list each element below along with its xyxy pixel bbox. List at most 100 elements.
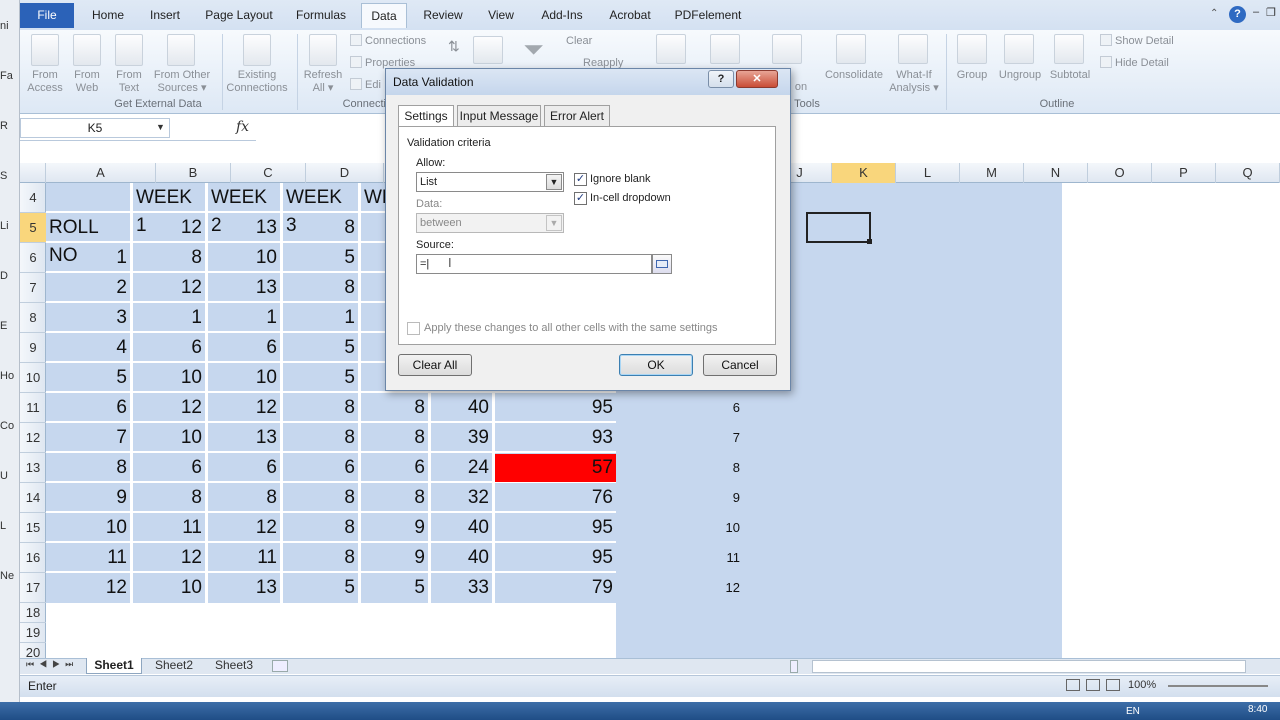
cell[interactable]: 33 [431, 574, 492, 602]
tab-split-handle[interactable] [790, 660, 798, 673]
row-header-11[interactable]: 11 [20, 393, 46, 423]
row-header-14[interactable]: 14 [20, 483, 46, 513]
normal-view-icon[interactable] [1066, 679, 1080, 691]
column-header-l[interactable]: L [896, 163, 960, 183]
cell[interactable]: 6 [133, 454, 205, 482]
tab-acrobat[interactable]: Acrobat [600, 3, 660, 28]
cell[interactable]: 6 [361, 454, 428, 482]
cell[interactable]: 6 [208, 334, 280, 362]
column-header-c[interactable]: C [231, 163, 306, 183]
show-detail-button[interactable]: Show Detail [1100, 34, 1174, 48]
cell[interactable]: 8 [283, 214, 358, 242]
dialog-close-button[interactable]: ✕ [736, 70, 778, 88]
tab-pdfelement[interactable]: PDFelement [670, 3, 746, 28]
cell[interactable]: 8 [283, 274, 358, 302]
cell[interactable]: 76 [495, 484, 616, 512]
filter-icon[interactable]: ⏷ [523, 35, 555, 65]
cell[interactable]: 7 [706, 424, 740, 452]
cell[interactable]: 11 [46, 544, 130, 572]
cell[interactable]: 5 [283, 364, 358, 392]
cell[interactable]: 6 [46, 394, 130, 422]
cell[interactable]: 9 [361, 544, 428, 572]
cell[interactable]: WEEK 2 [208, 184, 280, 236]
cell[interactable]: 13 [208, 214, 280, 242]
name-box[interactable]: K5 [20, 118, 170, 138]
sheet-tab-sheet1[interactable]: Sheet1 [86, 658, 142, 674]
page-break-view-icon[interactable] [1106, 679, 1120, 691]
tab-input-message[interactable]: Input Message [457, 105, 541, 127]
cell[interactable]: 9 [706, 484, 740, 512]
cell[interactable]: 9 [361, 514, 428, 542]
sheet-tab-sheet3[interactable]: Sheet3 [206, 658, 262, 674]
column-header-k[interactable]: K [832, 163, 896, 183]
cell[interactable]: 5 [283, 334, 358, 362]
minimize-ribbon-icon[interactable]: ⌃ [1210, 8, 1222, 20]
row-header-10[interactable]: 10 [20, 363, 46, 393]
row-header-5[interactable]: 5 [20, 213, 46, 243]
insert-sheet-icon[interactable] [272, 660, 288, 672]
row-header-8[interactable]: 8 [20, 303, 46, 333]
cell[interactable]: 39 [431, 424, 492, 452]
data-validation-icon[interactable] [772, 34, 802, 64]
insert-function-icon[interactable]: fx [236, 119, 249, 135]
file-tab[interactable]: File [20, 3, 74, 28]
cell[interactable]: 12 [208, 514, 280, 542]
cancel-button[interactable]: Cancel [703, 354, 777, 376]
cell[interactable]: 12 [208, 394, 280, 422]
cell[interactable]: 10 [208, 364, 280, 392]
from-access-button[interactable]: From Access [22, 69, 68, 95]
ok-button[interactable]: OK [619, 354, 693, 376]
cell[interactable]: 5 [283, 244, 358, 272]
cell[interactable]: 10 [133, 424, 205, 452]
row-header-18[interactable]: 18 [20, 603, 46, 623]
cell[interactable]: 6 [706, 394, 740, 422]
ungroup-button[interactable]: Ungroup [994, 69, 1046, 82]
data-select[interactable]: between [416, 213, 564, 233]
cell[interactable]: 5 [361, 574, 428, 602]
window-restore-icon[interactable]: ❐ [1266, 6, 1276, 20]
cell[interactable]: 13 [208, 574, 280, 602]
connections-button[interactable]: Connections [350, 34, 426, 48]
cell[interactable]: 2 [46, 274, 130, 302]
cell[interactable]: 3 [46, 304, 130, 332]
zoom-level[interactable]: 100% [1128, 679, 1156, 691]
clear-all-button[interactable]: Clear All [398, 354, 472, 376]
cell[interactable]: 8 [133, 244, 205, 272]
cell[interactable]: 8 [208, 484, 280, 512]
cell[interactable]: 95 [495, 394, 616, 422]
tab-settings[interactable]: Settings [398, 105, 454, 128]
apply-all-checkbox[interactable] [407, 322, 420, 335]
existing-connections-button[interactable]: Existing Connections [225, 69, 289, 95]
column-header-o[interactable]: O [1088, 163, 1152, 183]
cell[interactable]: 7 [46, 424, 130, 452]
cell[interactable]: 11 [706, 544, 741, 572]
cell[interactable]: 95 [495, 514, 616, 542]
cell[interactable]: 12 [133, 274, 205, 302]
row-header-9[interactable]: 9 [20, 333, 46, 363]
active-cell[interactable] [806, 212, 871, 243]
cell[interactable]: 32 [431, 484, 492, 512]
row-header-16[interactable]: 16 [20, 543, 46, 573]
name-box-dropdown-icon[interactable]: ▼ [156, 122, 165, 132]
tab-page-layout[interactable]: Page Layout [198, 3, 280, 28]
row-header-19[interactable]: 19 [20, 623, 46, 643]
window-minimize-icon[interactable]: – [1253, 6, 1263, 20]
cell[interactable]: 11 [133, 514, 205, 542]
horizontal-scrollbar[interactable] [812, 660, 1246, 673]
cell[interactable]: 40 [431, 544, 492, 572]
refresh-all-button[interactable]: Refresh All ▾ [301, 69, 345, 95]
cell[interactable]: 8 [706, 454, 740, 482]
cell[interactable]: 95 [495, 544, 616, 572]
cell[interactable]: 10 [706, 514, 740, 542]
row-header-13[interactable]: 13 [20, 453, 46, 483]
cell[interactable]: 10 [133, 574, 205, 602]
cell[interactable]: 6 [208, 454, 280, 482]
tab-review[interactable]: Review [416, 3, 470, 28]
column-header-b[interactable]: B [156, 163, 231, 183]
allow-dropdown-icon[interactable]: ▼ [546, 174, 562, 190]
page-layout-view-icon[interactable] [1086, 679, 1100, 691]
cell[interactable]: 93 [495, 424, 616, 452]
cell[interactable]: 8 [283, 514, 358, 542]
clear-filter-button[interactable]: Clear [566, 34, 592, 48]
cell[interactable]: 1 [133, 304, 205, 332]
